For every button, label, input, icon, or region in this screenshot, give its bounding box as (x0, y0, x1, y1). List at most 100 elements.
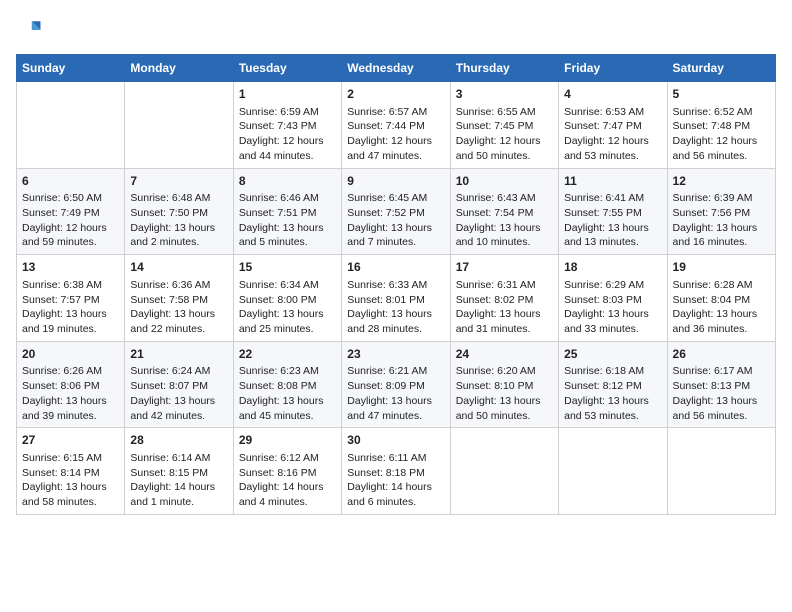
cell-info: Sunset: 8:12 PM (564, 379, 661, 394)
cell-info: Daylight: 13 hours and 19 minutes. (22, 307, 119, 336)
cell-info: Sunrise: 6:12 AM (239, 451, 336, 466)
calendar-cell (125, 82, 233, 169)
cell-info: Daylight: 12 hours and 50 minutes. (456, 134, 553, 163)
day-number: 29 (239, 432, 336, 449)
calendar-cell: 20Sunrise: 6:26 AMSunset: 8:06 PMDayligh… (17, 341, 125, 428)
cell-info: Daylight: 12 hours and 56 minutes. (673, 134, 770, 163)
cell-info: Sunset: 8:18 PM (347, 466, 444, 481)
cell-info: Sunset: 8:02 PM (456, 293, 553, 308)
calendar-cell: 10Sunrise: 6:43 AMSunset: 7:54 PMDayligh… (450, 168, 558, 255)
cell-info: Sunrise: 6:31 AM (456, 278, 553, 293)
cell-info: Sunset: 8:15 PM (130, 466, 227, 481)
cell-info: Daylight: 13 hours and 56 minutes. (673, 394, 770, 423)
cell-info: Sunrise: 6:17 AM (673, 364, 770, 379)
cell-info: Sunrise: 6:29 AM (564, 278, 661, 293)
cell-info: Sunrise: 6:55 AM (456, 105, 553, 120)
cell-info: Sunset: 7:56 PM (673, 206, 770, 221)
cell-info: Sunset: 7:54 PM (456, 206, 553, 221)
cell-info: Sunrise: 6:24 AM (130, 364, 227, 379)
day-number: 25 (564, 346, 661, 363)
calendar-cell (667, 428, 775, 515)
day-number: 4 (564, 86, 661, 103)
cell-info: Sunrise: 6:41 AM (564, 191, 661, 206)
cell-info: Sunrise: 6:57 AM (347, 105, 444, 120)
cell-info: Daylight: 13 hours and 58 minutes. (22, 480, 119, 509)
cell-info: Sunrise: 6:36 AM (130, 278, 227, 293)
cell-info: Daylight: 13 hours and 42 minutes. (130, 394, 227, 423)
cell-info: Sunset: 7:55 PM (564, 206, 661, 221)
cell-info: Sunset: 8:01 PM (347, 293, 444, 308)
cell-info: Sunset: 7:58 PM (130, 293, 227, 308)
calendar-cell: 19Sunrise: 6:28 AMSunset: 8:04 PMDayligh… (667, 255, 775, 342)
day-number: 6 (22, 173, 119, 190)
cell-info: Sunset: 7:50 PM (130, 206, 227, 221)
day-number: 11 (564, 173, 661, 190)
day-header-thursday: Thursday (450, 55, 558, 82)
calendar-cell: 3Sunrise: 6:55 AMSunset: 7:45 PMDaylight… (450, 82, 558, 169)
cell-info: Sunrise: 6:11 AM (347, 451, 444, 466)
calendar-cell: 6Sunrise: 6:50 AMSunset: 7:49 PMDaylight… (17, 168, 125, 255)
cell-info: Daylight: 13 hours and 13 minutes. (564, 221, 661, 250)
calendar-cell: 29Sunrise: 6:12 AMSunset: 8:16 PMDayligh… (233, 428, 341, 515)
day-number: 3 (456, 86, 553, 103)
calendar-cell: 26Sunrise: 6:17 AMSunset: 8:13 PMDayligh… (667, 341, 775, 428)
cell-info: Sunset: 7:52 PM (347, 206, 444, 221)
day-number: 9 (347, 173, 444, 190)
day-number: 20 (22, 346, 119, 363)
cell-info: Daylight: 14 hours and 4 minutes. (239, 480, 336, 509)
day-header-tuesday: Tuesday (233, 55, 341, 82)
calendar-cell: 1Sunrise: 6:59 AMSunset: 7:43 PMDaylight… (233, 82, 341, 169)
day-number: 30 (347, 432, 444, 449)
calendar-cell: 9Sunrise: 6:45 AMSunset: 7:52 PMDaylight… (342, 168, 450, 255)
day-number: 21 (130, 346, 227, 363)
cell-info: Sunset: 8:00 PM (239, 293, 336, 308)
day-number: 7 (130, 173, 227, 190)
cell-info: Daylight: 13 hours and 31 minutes. (456, 307, 553, 336)
cell-info: Sunrise: 6:50 AM (22, 191, 119, 206)
cell-info: Sunset: 8:10 PM (456, 379, 553, 394)
day-number: 23 (347, 346, 444, 363)
day-number: 13 (22, 259, 119, 276)
day-header-sunday: Sunday (17, 55, 125, 82)
cell-info: Daylight: 13 hours and 36 minutes. (673, 307, 770, 336)
cell-info: Daylight: 13 hours and 7 minutes. (347, 221, 444, 250)
day-number: 26 (673, 346, 770, 363)
page-header (16, 16, 776, 44)
cell-info: Sunrise: 6:28 AM (673, 278, 770, 293)
calendar-cell (559, 428, 667, 515)
logo-icon (16, 16, 44, 44)
day-number: 14 (130, 259, 227, 276)
calendar-cell: 21Sunrise: 6:24 AMSunset: 8:07 PMDayligh… (125, 341, 233, 428)
cell-info: Daylight: 13 hours and 45 minutes. (239, 394, 336, 423)
cell-info: Daylight: 13 hours and 25 minutes. (239, 307, 336, 336)
cell-info: Sunset: 7:44 PM (347, 119, 444, 134)
cell-info: Daylight: 13 hours and 39 minutes. (22, 394, 119, 423)
cell-info: Sunset: 8:03 PM (564, 293, 661, 308)
calendar-cell: 23Sunrise: 6:21 AMSunset: 8:09 PMDayligh… (342, 341, 450, 428)
calendar-cell: 8Sunrise: 6:46 AMSunset: 7:51 PMDaylight… (233, 168, 341, 255)
calendar-cell: 5Sunrise: 6:52 AMSunset: 7:48 PMDaylight… (667, 82, 775, 169)
calendar-cell: 24Sunrise: 6:20 AMSunset: 8:10 PMDayligh… (450, 341, 558, 428)
calendar-cell: 12Sunrise: 6:39 AMSunset: 7:56 PMDayligh… (667, 168, 775, 255)
cell-info: Sunset: 7:57 PM (22, 293, 119, 308)
cell-info: Daylight: 13 hours and 2 minutes. (130, 221, 227, 250)
calendar-cell: 16Sunrise: 6:33 AMSunset: 8:01 PMDayligh… (342, 255, 450, 342)
cell-info: Sunset: 7:49 PM (22, 206, 119, 221)
day-number: 28 (130, 432, 227, 449)
calendar-cell: 7Sunrise: 6:48 AMSunset: 7:50 PMDaylight… (125, 168, 233, 255)
cell-info: Sunset: 7:47 PM (564, 119, 661, 134)
cell-info: Daylight: 13 hours and 28 minutes. (347, 307, 444, 336)
cell-info: Daylight: 13 hours and 16 minutes. (673, 221, 770, 250)
day-number: 16 (347, 259, 444, 276)
calendar-cell: 2Sunrise: 6:57 AMSunset: 7:44 PMDaylight… (342, 82, 450, 169)
cell-info: Daylight: 13 hours and 22 minutes. (130, 307, 227, 336)
cell-info: Sunset: 7:43 PM (239, 119, 336, 134)
calendar-cell: 14 Sunrise: 6:36 AMSunset: 7:58 PMDayligh… (125, 255, 233, 342)
day-number: 5 (673, 86, 770, 103)
cell-info: Sunset: 7:48 PM (673, 119, 770, 134)
day-number: 22 (239, 346, 336, 363)
day-header-friday: Friday (559, 55, 667, 82)
calendar-cell: 15Sunrise: 6:34 AMSunset: 8:00 PMDayligh… (233, 255, 341, 342)
day-number: 8 (239, 173, 336, 190)
week-row-5: 27Sunrise: 6:15 AMSunset: 8:14 PMDayligh… (17, 428, 776, 515)
